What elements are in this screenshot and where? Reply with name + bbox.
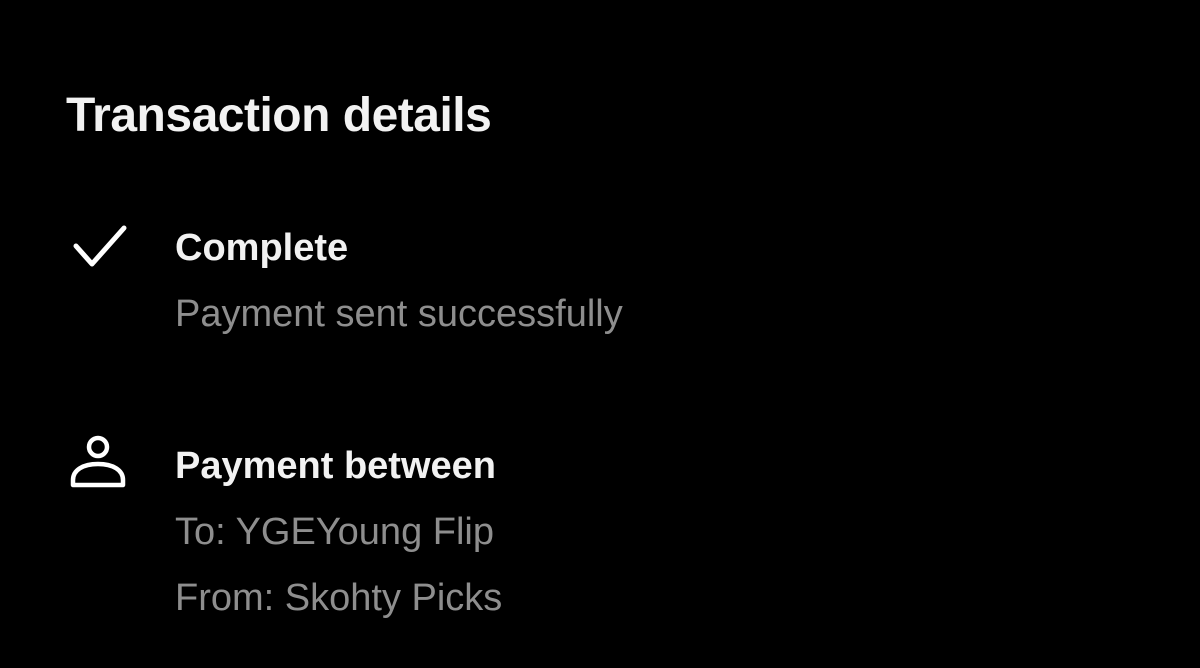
payment-between-title: Payment between <box>175 445 496 487</box>
person-icon <box>68 434 130 496</box>
checkmark-icon <box>68 222 130 284</box>
status-title: Complete <box>175 227 349 269</box>
recipient-text: To: YGEYoung Flip <box>175 511 494 553</box>
sender-text: From: Skohty Picks <box>175 577 503 619</box>
status-subtitle: Payment sent successfully <box>175 293 623 335</box>
page-title: Transaction details <box>66 89 492 142</box>
